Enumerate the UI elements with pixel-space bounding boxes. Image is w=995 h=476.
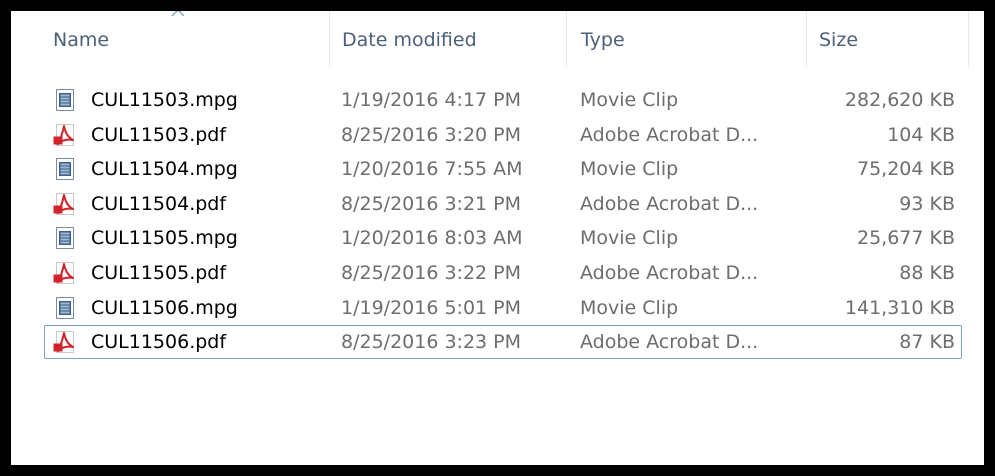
file-size: 25,677 KB	[856, 227, 955, 250]
file-size: 141,310 KB	[844, 296, 955, 319]
file-size: 87 KB	[899, 331, 955, 354]
file-date-modified: 1/19/2016 5:01 PM	[341, 296, 522, 319]
file-size: 88 KB	[899, 262, 955, 284]
file-date-modified: 8/25/2016 3:20 PM	[341, 123, 522, 146]
file-type: Movie Clip	[580, 89, 679, 111]
file-type: Adobe Acrobat D...	[580, 123, 759, 146]
file-name: CUL11506.pdf	[91, 331, 227, 354]
column-header-size[interactable]: Size	[819, 27, 858, 53]
file-size: 104 KB	[887, 123, 955, 146]
file-row[interactable]: CUL11506.pdf 8/25/2016 3:23 PM Adobe Acrob…	[44, 325, 962, 360]
file-date-modified: 8/25/2016 3:22 PM	[341, 262, 522, 284]
file-row[interactable]: CUL11504.pdf 8/25/2016 3:21 PM Adobe Acrob…	[44, 187, 962, 221]
file-row[interactable]: CUL11506.mpg 1/19/2016 5:01 PM Movie Clip 1…	[44, 291, 962, 325]
file-size: 93 KB	[899, 192, 955, 215]
sort-ascending-icon	[171, 11, 185, 17]
file-type: Movie Clip	[580, 296, 679, 319]
file-type: Adobe Acrobat D...	[580, 331, 759, 354]
file-name: CUL11506.mpg	[91, 296, 238, 319]
file-row[interactable]: CUL11505.pdf 8/25/2016 3:22 PM Adobe Acrob…	[44, 256, 962, 290]
pdf-icon	[53, 192, 77, 216]
file-name: CUL11505.pdf	[91, 262, 227, 284]
file-type: Movie Clip	[580, 227, 679, 250]
movie-clip-icon	[53, 88, 77, 112]
column-header-name[interactable]: Name	[53, 27, 109, 53]
file-date-modified: 1/20/2016 8:03 AM	[341, 227, 523, 250]
file-row[interactable]: CUL11503.pdf 8/25/2016 3:20 PM Adobe Acrob…	[44, 118, 962, 152]
pdf-icon	[53, 330, 77, 354]
file-type: Adobe Acrobat D...	[580, 262, 759, 284]
column-header-type[interactable]: Type	[581, 27, 625, 53]
file-date-modified: 8/25/2016 3:23 PM	[341, 331, 522, 354]
column-divider[interactable]	[806, 11, 807, 67]
file-type: Movie Clip	[580, 158, 679, 181]
movie-clip-icon	[53, 226, 77, 250]
file-name: CUL11505.mpg	[91, 227, 238, 250]
file-date-modified: 1/19/2016 4:17 PM	[341, 89, 522, 111]
column-header-date-modified[interactable]: Date modified	[342, 27, 477, 53]
file-size: 75,204 KB	[856, 158, 955, 181]
file-name: CUL11504.pdf	[91, 192, 227, 215]
file-date-modified: 8/25/2016 3:21 PM	[341, 192, 522, 215]
file-type: Adobe Acrobat D...	[580, 192, 759, 215]
file-name: CUL11504.mpg	[91, 158, 238, 181]
file-row[interactable]: CUL11503.mpg 1/19/2016 4:17 PM Movie Clip 2…	[44, 83, 962, 117]
file-row[interactable]: CUL11505.mpg 1/20/2016 8:03 AM Movie Clip 2…	[44, 221, 962, 255]
file-row[interactable]: CUL11504.mpg 1/20/2016 7:55 AM Movie Clip 7…	[44, 152, 962, 186]
column-divider[interactable]	[968, 11, 969, 67]
movie-clip-icon	[53, 157, 77, 181]
column-divider[interactable]	[566, 11, 567, 67]
column-header-bar: Name Date modified Type Size	[11, 11, 984, 67]
pdf-icon	[53, 261, 77, 285]
file-date-modified: 1/20/2016 7:55 AM	[341, 158, 523, 181]
column-divider[interactable]	[329, 11, 330, 67]
file-name: CUL11503.mpg	[91, 89, 238, 111]
movie-clip-icon	[53, 296, 77, 320]
file-size: 282,620 KB	[844, 89, 955, 111]
file-explorer-window: Name Date modified Type Size CUL11503.mp…	[11, 11, 984, 465]
pdf-icon	[53, 123, 77, 147]
file-name: CUL11503.pdf	[91, 123, 227, 146]
